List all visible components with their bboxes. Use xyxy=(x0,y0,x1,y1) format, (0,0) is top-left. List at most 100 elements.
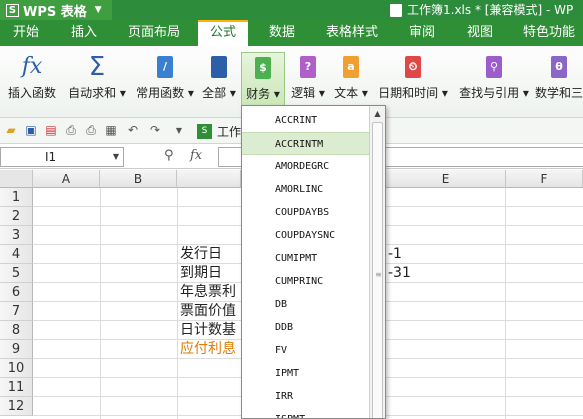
redo-icon[interactable]: ↷ xyxy=(148,123,162,138)
row-header[interactable]: 10 xyxy=(0,359,33,378)
finance-button[interactable]: $ 财务 ▾ xyxy=(241,52,285,112)
function-item-ipmt[interactable]: IPMT xyxy=(242,362,370,385)
column-header-e[interactable]: E xyxy=(386,170,506,188)
document-icon xyxy=(390,4,402,17)
document-title: 工作簿1.xls * [兼容模式] - WP xyxy=(390,0,573,20)
grid-line xyxy=(100,188,101,419)
save-icon[interactable]: ▣ xyxy=(24,123,38,138)
tab-insert[interactable]: 插入 xyxy=(58,20,110,46)
customize-toolbar-icon[interactable]: ▼ xyxy=(172,123,186,138)
common-functions-icon: / xyxy=(132,52,198,82)
cell-c8[interactable]: 日计数基 xyxy=(180,321,241,340)
math-icon: θ xyxy=(535,52,583,82)
common-functions-button[interactable]: / 常用函数 ▾ xyxy=(132,52,198,112)
scroll-up-arrow-icon[interactable]: ▲ xyxy=(370,106,385,121)
tab-page-layout[interactable]: 页面布局 xyxy=(120,20,188,46)
row-header[interactable]: 11 xyxy=(0,378,33,397)
function-item-cumprinc[interactable]: CUMPRINC xyxy=(242,270,370,293)
tab-table-style[interactable]: 表格样式 xyxy=(318,20,386,46)
math-trig-button[interactable]: θ 数学和三 xyxy=(535,52,583,112)
dropdown-scrollbar[interactable]: ▲ ≡ xyxy=(369,106,385,418)
logic-label: 逻辑 ▾ xyxy=(291,86,325,100)
sigma-icon: Σ xyxy=(88,52,106,82)
print-preview-icon[interactable]: ⎙ xyxy=(84,123,98,138)
zoom-icon[interactable]: ⚲ xyxy=(164,148,174,163)
lookup-reference-button[interactable]: ⚲ 查找与引用 ▾ xyxy=(455,52,533,112)
column-header-f[interactable]: F xyxy=(506,170,583,188)
grid-line xyxy=(505,188,506,419)
logic-button[interactable]: ? 逻辑 ▾ xyxy=(286,52,330,112)
math-trig-label: 数学和三 xyxy=(535,86,583,100)
fx-icon: fx xyxy=(21,54,43,79)
row-header[interactable]: 12 xyxy=(0,397,33,416)
function-item-coupdaybs[interactable]: COUPDAYBS xyxy=(242,201,370,224)
function-item-ispmt[interactable]: ISPMT xyxy=(242,408,370,418)
cell-d4[interactable]: -1 xyxy=(388,245,428,264)
function-item-ddb[interactable]: DDB xyxy=(242,316,370,339)
scrollbar-thumb[interactable]: ≡ xyxy=(372,122,383,418)
select-all-corner[interactable] xyxy=(0,170,33,188)
spreadsheet-icon: S xyxy=(197,123,212,139)
column-header-a[interactable]: A xyxy=(33,170,100,188)
function-item-amorlinc[interactable]: AMORLINC xyxy=(242,178,370,201)
finance-icon: $ xyxy=(242,53,284,83)
tab-review[interactable]: 审阅 xyxy=(398,20,446,46)
tab-view[interactable]: 视图 xyxy=(456,20,504,46)
lookup-reference-label: 查找与引用 ▾ xyxy=(459,86,529,100)
row-header[interactable]: 2 xyxy=(0,207,33,226)
chevron-down-icon[interactable]: ▼ xyxy=(113,148,119,166)
tab-home[interactable]: 开始 xyxy=(0,20,52,46)
row-header[interactable]: 5 xyxy=(0,264,33,283)
function-item-coupdaysnc[interactable]: COUPDAYSNC xyxy=(242,224,370,247)
wps-app-menu-button[interactable]: S WPS 表格 ▼ xyxy=(0,0,112,20)
insert-function-button[interactable]: fx 插入函数 xyxy=(4,52,60,112)
format-painter-icon[interactable]: ▦ xyxy=(104,123,118,138)
autosum-label: 自动求和 ▾ xyxy=(68,86,126,100)
tab-special-features[interactable]: 特色功能 xyxy=(515,20,583,46)
text-icon: a xyxy=(331,52,371,82)
workbook-tab[interactable]: S 工作 xyxy=(193,120,245,142)
finance-label: 财务 ▾ xyxy=(246,87,280,101)
datetime-icon: ⏲ xyxy=(375,52,451,82)
row-header[interactable]: 3 xyxy=(0,226,33,245)
tab-formulas[interactable]: 公式 xyxy=(198,20,248,46)
undo-icon[interactable]: ↶ xyxy=(126,123,140,138)
open-folder-icon[interactable]: ▰ xyxy=(4,123,18,138)
autosum-button[interactable]: Σ 自动求和 ▾ xyxy=(64,52,130,112)
export-pdf-icon[interactable]: ▤ xyxy=(44,123,58,138)
cell-c6[interactable]: 年息票利 xyxy=(180,283,241,302)
fx-icon[interactable]: fx xyxy=(190,148,202,163)
row-header[interactable]: 1 xyxy=(0,188,33,207)
name-box-value: I1 xyxy=(45,150,57,164)
tab-data[interactable]: 数据 xyxy=(258,20,306,46)
common-functions-label: 常用函数 ▾ xyxy=(136,86,194,100)
column-header-c[interactable] xyxy=(177,170,241,188)
function-item-accrint[interactable]: ACCRINT xyxy=(242,109,370,132)
print-icon[interactable]: ⎙ xyxy=(64,123,78,138)
name-box[interactable]: I1 ▼ xyxy=(0,147,124,167)
all-functions-button[interactable]: 全部 ▾ xyxy=(199,52,239,112)
cell-c4[interactable]: 发行日 xyxy=(180,245,241,264)
all-functions-icon xyxy=(199,52,239,82)
function-item-accrintm[interactable]: ACCRINTM xyxy=(242,132,370,155)
row-header[interactable]: 9 xyxy=(0,340,33,359)
grid-line xyxy=(177,188,178,419)
function-item-irr[interactable]: IRR xyxy=(242,385,370,408)
wps-logo-icon: S xyxy=(6,3,19,17)
function-item-amordegrc[interactable]: AMORDEGRC xyxy=(242,155,370,178)
text-functions-button[interactable]: a 文本 ▾ xyxy=(331,52,371,112)
column-header-b[interactable]: B xyxy=(100,170,177,188)
cell-c7[interactable]: 票面价值 xyxy=(180,302,241,321)
cell-c9[interactable]: 应付利息 xyxy=(180,340,241,359)
row-header[interactable]: 7 xyxy=(0,302,33,321)
menu-bar: 开始 插入 页面布局 公式 数据 表格样式 审阅 视图 特色功能 xyxy=(0,20,583,46)
row-header[interactable]: 6 xyxy=(0,283,33,302)
row-header[interactable]: 4 xyxy=(0,245,33,264)
function-item-db[interactable]: DB xyxy=(242,293,370,316)
function-item-fv[interactable]: FV xyxy=(242,339,370,362)
cell-d5[interactable]: -31 xyxy=(388,264,428,283)
cell-c5[interactable]: 到期日 xyxy=(180,264,241,283)
row-header[interactable]: 8 xyxy=(0,321,33,340)
datetime-button[interactable]: ⏲ 日期和时间 ▾ xyxy=(375,52,451,112)
function-item-cumipmt[interactable]: CUMIPMT xyxy=(242,247,370,270)
